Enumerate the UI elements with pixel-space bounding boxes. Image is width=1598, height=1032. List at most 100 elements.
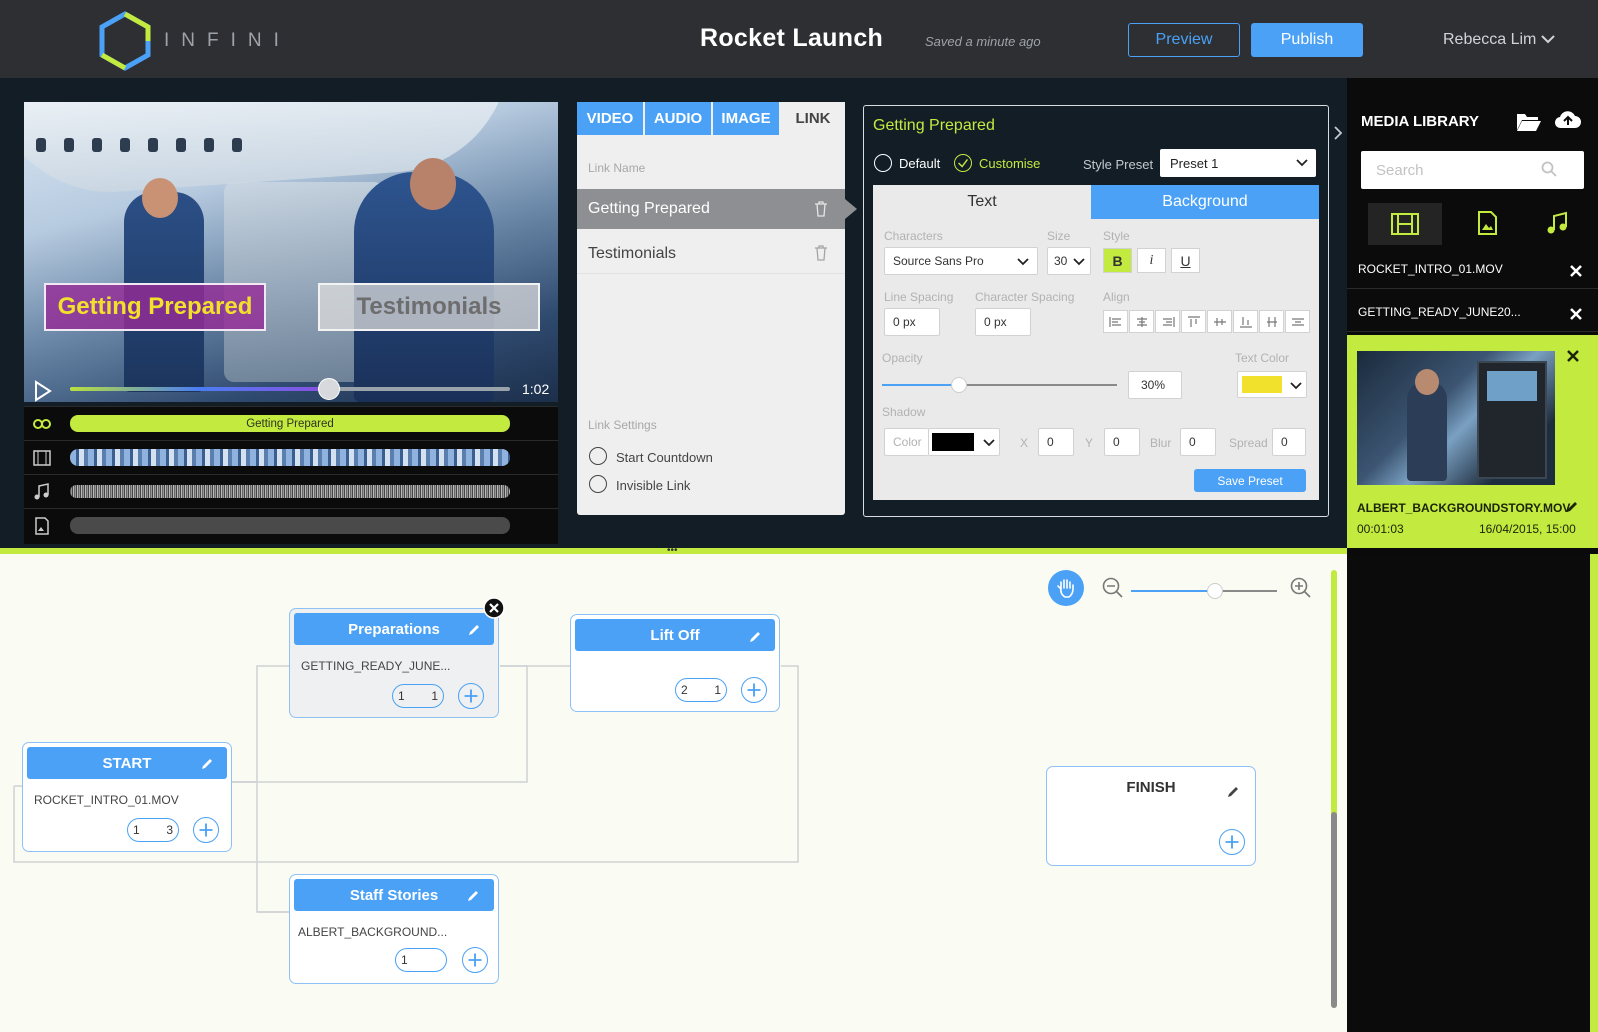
preview-button[interactable]: Preview — [1128, 23, 1240, 57]
zoom-in-icon[interactable] — [1290, 577, 1312, 599]
cloud-upload-icon[interactable] — [1554, 108, 1582, 132]
shadow-x-input[interactable]: 0 — [1038, 428, 1074, 456]
size-select[interactable]: 30 — [1047, 247, 1091, 275]
zoom-out-icon[interactable] — [1102, 577, 1124, 599]
link-track[interactable]: Getting Prepared — [24, 406, 558, 439]
link-item-testimonials[interactable]: Testimonials — [577, 234, 845, 274]
page-scrollbar[interactable] — [1590, 554, 1598, 1032]
media-tab-image-icon[interactable] — [1477, 211, 1497, 235]
style-preset-select[interactable]: Preset 1 — [1160, 149, 1316, 177]
tab-link[interactable]: LINK — [781, 102, 845, 135]
char-spacing-input[interactable]: 0 px — [975, 308, 1031, 336]
audio-track[interactable] — [24, 474, 558, 507]
trash-icon[interactable] — [814, 245, 828, 261]
pencil-icon[interactable] — [466, 888, 481, 903]
save-preset-button[interactable]: Save Preset — [1194, 469, 1306, 492]
opacity-input[interactable]: 30% — [1128, 371, 1182, 399]
underline-button[interactable]: U — [1171, 248, 1200, 273]
tab-image[interactable]: IMAGE — [713, 102, 779, 135]
invisible-link-radio[interactable] — [589, 475, 607, 493]
node-title[interactable]: Lift Off — [575, 619, 775, 651]
add-link-button[interactable] — [741, 677, 767, 703]
add-link-button[interactable] — [1219, 829, 1245, 855]
canvas-scrollbar-thumb[interactable] — [1331, 812, 1337, 1008]
link-to: 1 — [714, 683, 721, 697]
align-left-icon[interactable] — [1103, 310, 1128, 333]
chevron-down-icon[interactable] — [1540, 31, 1556, 47]
link-count[interactable]: 1 3 — [127, 818, 179, 842]
add-link-button[interactable] — [193, 817, 219, 843]
tab-text[interactable]: Text — [873, 185, 1091, 219]
chevron-right-icon[interactable] — [1329, 113, 1347, 153]
align-top-icon[interactable] — [1181, 310, 1206, 333]
link-from: 2 — [681, 683, 688, 697]
add-link-button[interactable] — [458, 683, 484, 709]
default-radio[interactable] — [874, 154, 892, 172]
pencil-icon[interactable] — [748, 629, 763, 644]
video-track[interactable] — [24, 440, 558, 473]
node-title[interactable]: Preparations — [294, 613, 494, 645]
overlay-link-testimonials[interactable]: Testimonials — [318, 283, 540, 331]
shadow-y-input[interactable]: 0 — [1104, 428, 1140, 456]
node-title[interactable]: Staff Stories — [294, 879, 494, 911]
shadow-spread-input[interactable]: 0 — [1272, 428, 1306, 456]
publish-button[interactable]: Publish — [1251, 23, 1363, 57]
link-count[interactable]: 2 1 — [675, 678, 727, 702]
media-tab-audio-icon[interactable] — [1546, 211, 1568, 235]
video-track-clip[interactable] — [70, 449, 510, 466]
pan-tool-button[interactable] — [1048, 570, 1084, 606]
close-icon[interactable] — [1570, 265, 1582, 277]
video-preview[interactable] — [24, 102, 558, 402]
node-title[interactable]: START — [27, 747, 227, 779]
search-icon[interactable] — [1541, 161, 1557, 177]
node-title[interactable]: FINISH — [1051, 771, 1251, 803]
link-track-segment[interactable]: Getting Prepared — [70, 415, 510, 432]
media-thumbnail[interactable] — [1357, 351, 1555, 485]
tab-audio[interactable]: AUDIO — [645, 102, 711, 135]
media-item-name: ROCKET_INTRO_01.MOV — [1358, 261, 1503, 276]
chevron-down-icon[interactable] — [983, 438, 995, 448]
audio-waveform[interactable] — [70, 485, 510, 498]
bold-button[interactable]: B — [1103, 248, 1132, 273]
link-item-getting-prepared[interactable]: Getting Prepared — [577, 189, 845, 229]
chevron-down-icon[interactable] — [1290, 381, 1302, 391]
user-menu[interactable]: Rebecca Lim — [1443, 31, 1536, 49]
align-center-icon[interactable] — [1129, 310, 1154, 333]
hand-icon — [1057, 579, 1074, 598]
distribute-vertical-icon[interactable] — [1259, 310, 1284, 333]
start-countdown-radio[interactable] — [589, 447, 607, 465]
zoom-slider-handle[interactable] — [1207, 583, 1223, 599]
tab-background[interactable]: Background — [1091, 185, 1319, 219]
close-icon[interactable] — [1567, 350, 1579, 362]
tab-video[interactable]: VIDEO — [577, 102, 643, 135]
trash-icon[interactable] — [814, 201, 828, 217]
opacity-slider-handle[interactable] — [951, 377, 967, 393]
line-spacing-input[interactable]: 0 px — [884, 308, 940, 336]
shadow-blur-input[interactable]: 0 — [1180, 428, 1216, 456]
add-link-button[interactable] — [462, 947, 488, 973]
play-icon[interactable] — [34, 380, 52, 402]
size-label: Size — [1047, 229, 1071, 243]
media-item[interactable]: ROCKET_INTRO_01.MOV — [1347, 249, 1598, 289]
font-select[interactable]: Source Sans Pro — [884, 247, 1038, 275]
media-item[interactable]: GETTING_READY_JUNE20... — [1347, 292, 1598, 332]
align-middle-icon[interactable] — [1207, 310, 1232, 333]
close-icon[interactable] — [1570, 308, 1582, 320]
distribute-horizontal-icon[interactable] — [1285, 310, 1310, 333]
italic-button[interactable]: i — [1137, 248, 1166, 273]
align-right-icon[interactable] — [1155, 310, 1180, 333]
pencil-icon[interactable] — [200, 756, 215, 771]
pencil-icon[interactable] — [1226, 784, 1241, 799]
pencil-icon[interactable] — [467, 622, 482, 637]
align-bottom-icon[interactable] — [1233, 310, 1258, 333]
image-track[interactable] — [24, 508, 558, 541]
link-count[interactable]: 1 — [395, 948, 447, 972]
folder-open-icon[interactable] — [1516, 110, 1542, 132]
delete-node-icon[interactable] — [483, 597, 505, 619]
check-circle-icon[interactable] — [954, 154, 972, 172]
scrubber-handle[interactable] — [318, 378, 340, 400]
overlay-link-getting-prepared[interactable]: Getting Prepared — [44, 283, 266, 331]
link-count[interactable]: 1 1 — [392, 684, 444, 708]
image-track-empty[interactable] — [70, 517, 510, 534]
pencil-icon[interactable] — [1565, 500, 1579, 514]
